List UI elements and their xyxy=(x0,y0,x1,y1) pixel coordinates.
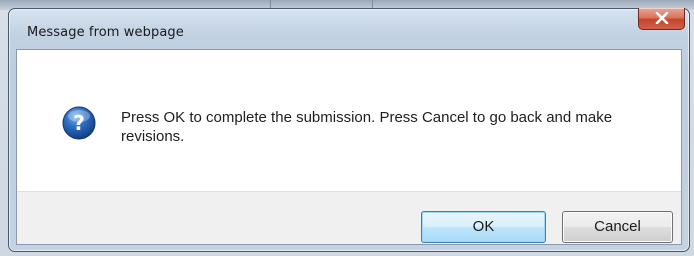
close-icon xyxy=(655,12,669,24)
dialog-title: Message from webpage xyxy=(27,25,184,40)
cancel-button[interactable]: Cancel xyxy=(562,211,673,243)
dialog-titlebar[interactable]: Message from webpage xyxy=(9,8,689,49)
dialog-body: ? Press OK to complete the submission. P… xyxy=(16,49,682,245)
ok-button[interactable]: OK xyxy=(421,211,546,243)
message-dialog: Message from webpage ? Press OK to compl… xyxy=(8,8,690,252)
message-area: ? Press OK to complete the submission. P… xyxy=(17,50,681,191)
svg-text:?: ? xyxy=(73,111,85,135)
message-text: Press OK to complete the submission. Pre… xyxy=(121,109,613,145)
button-bar: OK Cancel xyxy=(17,191,681,244)
question-icon: ? xyxy=(62,106,96,140)
close-button[interactable] xyxy=(638,8,685,30)
